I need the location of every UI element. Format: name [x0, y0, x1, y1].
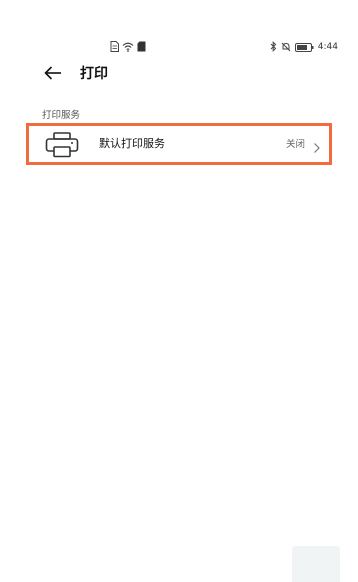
floating-button[interactable] [292, 546, 340, 582]
status-icons-center [110, 37, 146, 56]
wifi-icon [122, 37, 134, 56]
print-service-status: 关闭 [285, 139, 305, 150]
sim-icon [137, 37, 146, 56]
status-bar: 4:44 [0, 37, 358, 53]
print-service-label: 默认打印服务 [99, 137, 165, 150]
header: 打印 [0, 62, 358, 86]
printer-icon [45, 132, 79, 158]
back-button[interactable] [42, 64, 64, 84]
status-icons-right: 4:44 [270, 37, 338, 56]
document-icon [110, 37, 119, 56]
bluetooth-icon [270, 37, 277, 56]
default-print-service-item[interactable]: 默认打印服务 关闭 [26, 123, 332, 165]
battery-icon [294, 37, 314, 56]
section-label: 打印服务 [42, 110, 81, 121]
chevron-right-icon [313, 139, 321, 153]
back-arrow-icon [44, 65, 62, 84]
page-title: 打印 [80, 66, 108, 82]
status-time: 4:44 [317, 41, 338, 52]
mute-icon [281, 37, 291, 56]
